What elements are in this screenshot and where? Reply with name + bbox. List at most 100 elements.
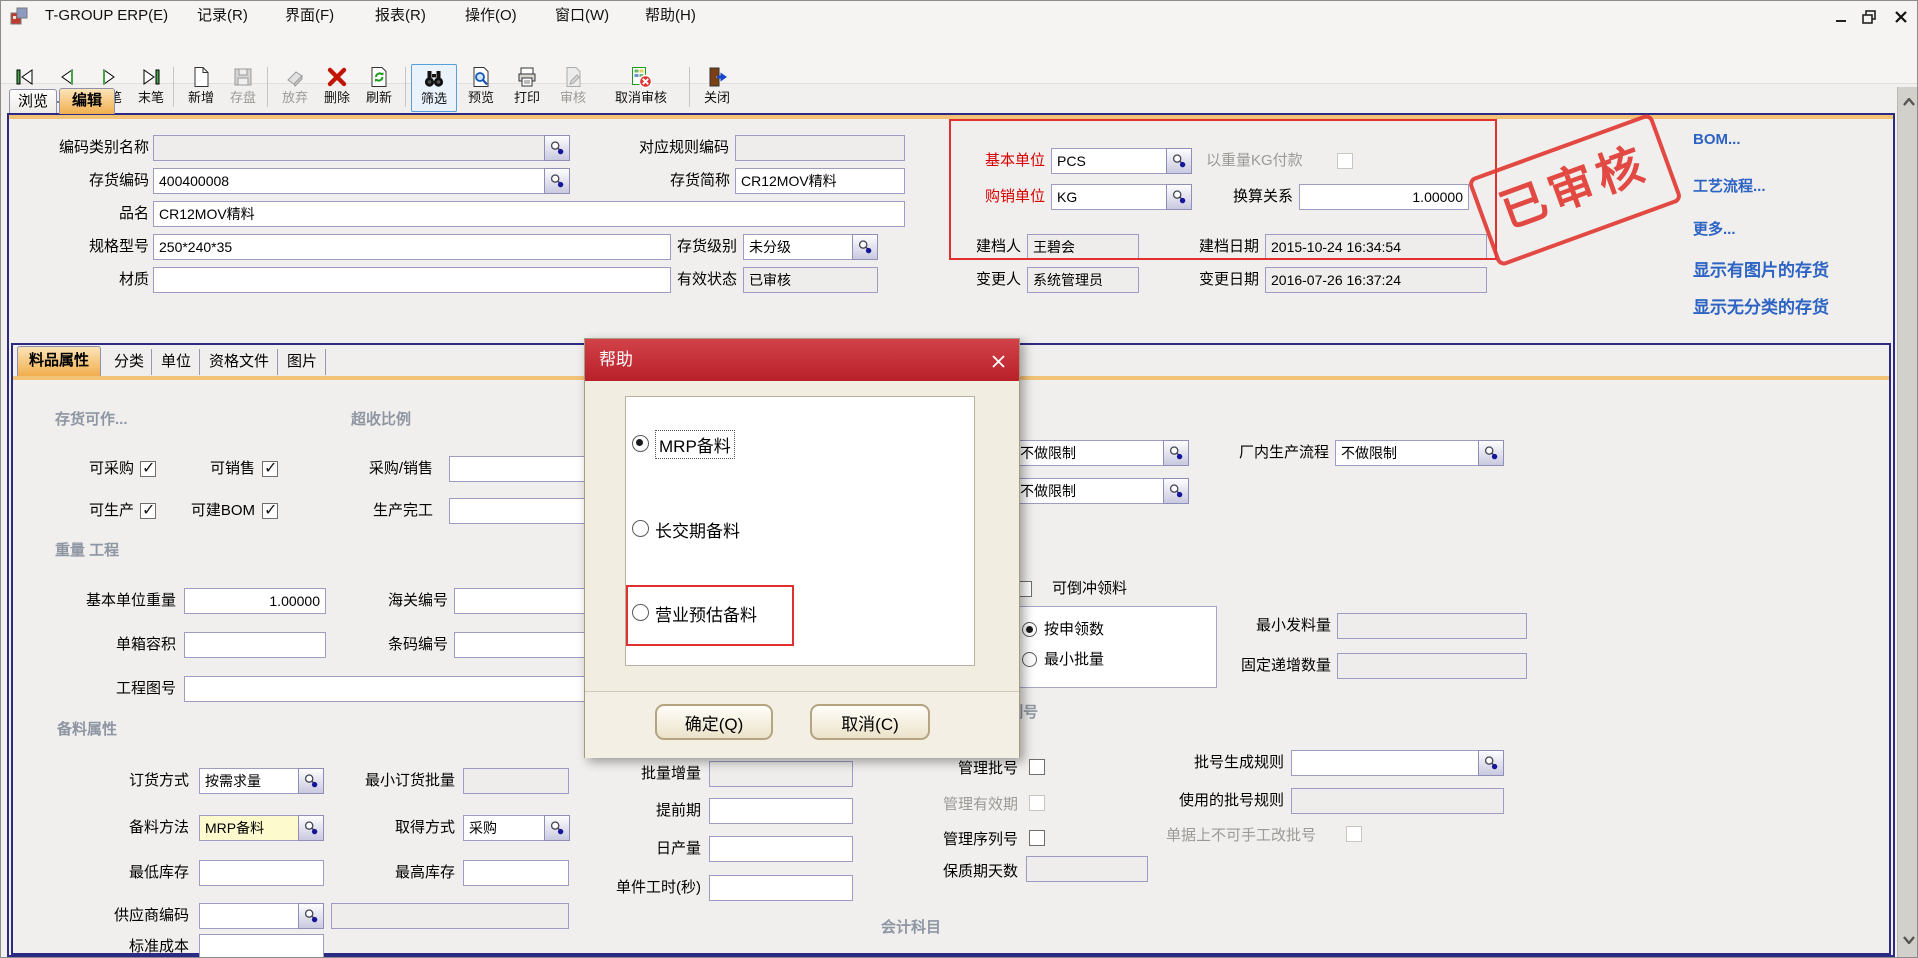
menu-help[interactable]: 帮助(H) [639, 5, 702, 27]
tab-edit[interactable]: 编辑 [59, 88, 115, 114]
scroll-down-icon[interactable] [1900, 931, 1918, 949]
close-icon[interactable] [1891, 8, 1911, 26]
std-cost-input[interactable] [199, 934, 324, 958]
factory-flow-lookup-icon[interactable] [1478, 440, 1504, 466]
can-sell-checkbox[interactable] [262, 461, 278, 477]
lead-time-input[interactable] [709, 798, 853, 824]
factory-flow-input[interactable] [1335, 440, 1479, 466]
ok-button[interactable]: 确定(Q) [655, 704, 773, 740]
menu-report[interactable]: 报表(R) [369, 5, 432, 27]
max-stock-input[interactable] [463, 860, 569, 886]
restriction-2-lookup-icon[interactable] [1163, 478, 1189, 504]
delete-button[interactable]: 删除 [315, 64, 359, 110]
order-mode-input[interactable] [199, 768, 299, 794]
option-sales-forecast-radio[interactable] [632, 604, 649, 621]
prep-method-lookup-icon[interactable] [298, 815, 324, 841]
shelf-days-input[interactable] [1026, 856, 1148, 882]
scroll-up-icon[interactable] [1900, 93, 1918, 111]
menu-operation[interactable]: 操作(O) [459, 5, 523, 27]
fixed-increment-input[interactable] [1337, 653, 1527, 679]
batch-rule-lookup-icon[interactable] [1478, 750, 1504, 776]
base-weight-input[interactable] [184, 588, 326, 614]
supplier-code-input[interactable] [199, 903, 299, 929]
prep-method-input[interactable] [199, 815, 299, 841]
trade-unit-lookup-icon[interactable] [1166, 184, 1192, 210]
min-stock-input[interactable] [199, 860, 324, 886]
min-order-input[interactable] [463, 768, 569, 794]
can-build-bom-checkbox[interactable] [262, 503, 278, 519]
conversion-input[interactable] [1299, 184, 1469, 210]
batch-rule-input[interactable] [1291, 750, 1479, 776]
manage-batch-checkbox[interactable] [1029, 759, 1045, 775]
menu-record[interactable]: 记录(R) [191, 5, 254, 27]
manage-serial-checkbox[interactable] [1029, 830, 1045, 846]
cancel-button[interactable]: 取消(C) [810, 704, 930, 740]
minimize-icon[interactable] [1831, 8, 1851, 26]
base-unit-lookup-icon[interactable] [1166, 148, 1192, 174]
item-name-input[interactable] [153, 201, 905, 227]
customs-code-label: 海关编号 [366, 588, 448, 614]
item-code-input[interactable] [153, 168, 545, 194]
spec-input[interactable] [153, 234, 671, 260]
tab-item-attributes[interactable]: 料品属性 [17, 346, 101, 376]
help-dialog-titlebar[interactable]: 帮助 [585, 339, 1019, 381]
restriction-1-lookup-icon[interactable] [1163, 440, 1189, 466]
base-unit-input[interactable] [1051, 148, 1167, 174]
can-purchase-checkbox[interactable] [140, 461, 156, 477]
menu-app[interactable]: T-GROUP ERP(E) [39, 5, 174, 27]
tab-units[interactable]: 单位 [153, 349, 200, 375]
menu-window[interactable]: 窗口(W) [549, 5, 615, 27]
level-lookup-icon[interactable] [852, 234, 878, 260]
link-process-flow[interactable]: 工艺流程... [1693, 175, 1766, 196]
tab-qualification-files[interactable]: 资格文件 [201, 349, 278, 375]
item-abbr-input[interactable] [735, 168, 905, 194]
restriction-1-input[interactable] [1014, 440, 1164, 466]
vertical-scrollbar[interactable] [1897, 87, 1918, 957]
tab-classification[interactable]: 分类 [107, 349, 152, 375]
level-input[interactable] [743, 234, 853, 260]
preview-button[interactable]: 预览 [459, 64, 503, 110]
restriction-2-input[interactable] [1014, 478, 1164, 504]
link-bom[interactable]: BOM... [1693, 131, 1741, 148]
daily-output-input[interactable] [709, 836, 853, 862]
issue-by-request-radio[interactable] [1022, 622, 1037, 637]
option-mrp-radio[interactable] [632, 435, 649, 452]
acquire-mode-input[interactable] [463, 815, 545, 841]
refresh-button[interactable]: 刷新 [357, 64, 401, 110]
can-produce-checkbox[interactable] [140, 503, 156, 519]
tab-images[interactable]: 图片 [279, 349, 326, 375]
filter-button[interactable]: 筛选 [411, 64, 457, 112]
option-mrp-label[interactable]: MRP备料 [655, 430, 735, 459]
restore-icon[interactable] [1859, 8, 1879, 26]
item-code-lookup-icon[interactable] [544, 168, 570, 194]
issue-min-batch-radio[interactable] [1022, 652, 1037, 667]
link-more[interactable]: 更多... [1693, 218, 1736, 239]
code-category-lookup-icon[interactable] [544, 135, 570, 161]
dialog-close-icon[interactable] [987, 350, 1009, 372]
tab-browse[interactable]: 浏览 [9, 89, 57, 114]
print-button[interactable]: 打印 [505, 64, 549, 110]
supplier-code-lookup-icon[interactable] [298, 903, 324, 929]
menu-interface[interactable]: 界面(F) [279, 5, 340, 27]
prep-group-label: 备料属性 [57, 718, 117, 739]
material-input[interactable] [153, 267, 671, 293]
acquire-mode-lookup-icon[interactable] [544, 815, 570, 841]
link-show-unclassified[interactable]: 显示无分类的存货 [1693, 293, 1829, 318]
option-long-leadtime-radio[interactable] [632, 520, 649, 537]
new-button[interactable]: 新增 [179, 64, 223, 110]
min-issue-input[interactable] [1337, 613, 1527, 639]
order-mode-lookup-icon[interactable] [298, 768, 324, 794]
option-sales-forecast-label[interactable]: 营业预估备料 [655, 601, 757, 626]
link-show-with-images[interactable]: 显示有图片的存货 [1693, 256, 1829, 281]
box-volume-input[interactable] [184, 632, 326, 658]
rule-code-input[interactable] [735, 135, 905, 161]
option-long-leadtime-label[interactable]: 长交期备料 [655, 517, 740, 542]
trade-unit-input[interactable] [1051, 184, 1167, 210]
code-category-input[interactable] [153, 135, 545, 161]
batch-increment-input[interactable] [709, 761, 853, 787]
nav-last-button[interactable]: 末笔 [129, 64, 173, 110]
cancel-audit-button[interactable]: 取消审核 [599, 64, 683, 110]
unit-hours-input[interactable] [709, 875, 853, 901]
accounting-group-label: 会计科目 [881, 916, 941, 937]
close-form-button[interactable]: 关闭 [695, 64, 739, 110]
